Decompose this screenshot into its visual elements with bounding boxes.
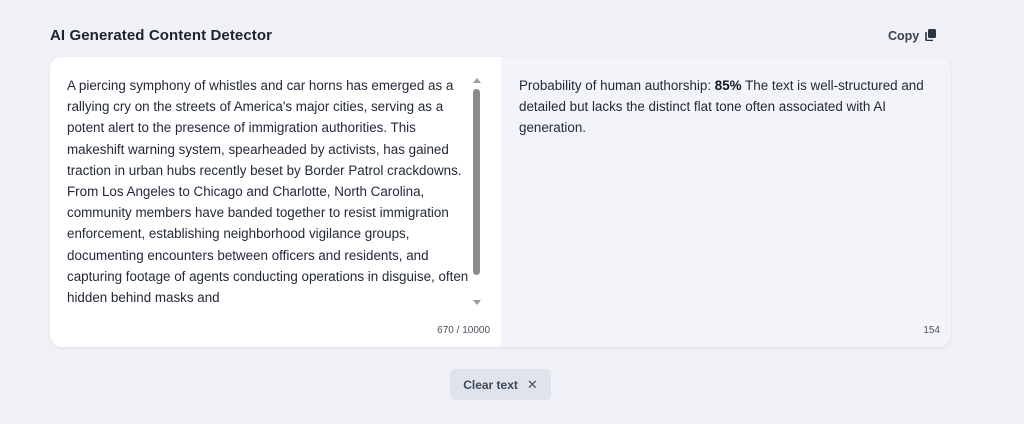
copy-button-label: Copy bbox=[888, 29, 920, 43]
input-pane: A piercing symphony of whistles and car … bbox=[50, 57, 501, 347]
character-count: 670 / 10000 bbox=[437, 325, 490, 336]
scroll-thumb[interactable] bbox=[473, 89, 480, 275]
input-scrollbar[interactable] bbox=[472, 77, 482, 305]
detector-panel: A piercing symphony of whistles and car … bbox=[50, 57, 951, 347]
result-text: Probability of human authorship: 85% The… bbox=[519, 75, 929, 139]
clear-text-button[interactable]: Clear text ✕ bbox=[450, 369, 551, 400]
probability-value: 85% bbox=[714, 78, 742, 93]
close-icon: ✕ bbox=[526, 376, 538, 392]
clear-text-label: Clear text bbox=[463, 377, 518, 392]
scroll-down-arrow-icon[interactable] bbox=[473, 300, 481, 305]
content-input[interactable]: A piercing symphony of whistles and car … bbox=[67, 75, 470, 307]
scroll-up-arrow-icon[interactable] bbox=[473, 78, 481, 83]
result-count: 154 bbox=[923, 325, 940, 336]
detector-page: AI Generated Content Detector Copy A pie… bbox=[0, 0, 1024, 424]
page-title: AI Generated Content Detector bbox=[50, 27, 273, 44]
copy-button[interactable]: Copy bbox=[880, 26, 944, 46]
result-pane: Probability of human authorship: 85% The… bbox=[501, 57, 951, 347]
result-prefix: Probability of human authorship: bbox=[519, 78, 715, 93]
copy-icon bbox=[925, 28, 937, 44]
